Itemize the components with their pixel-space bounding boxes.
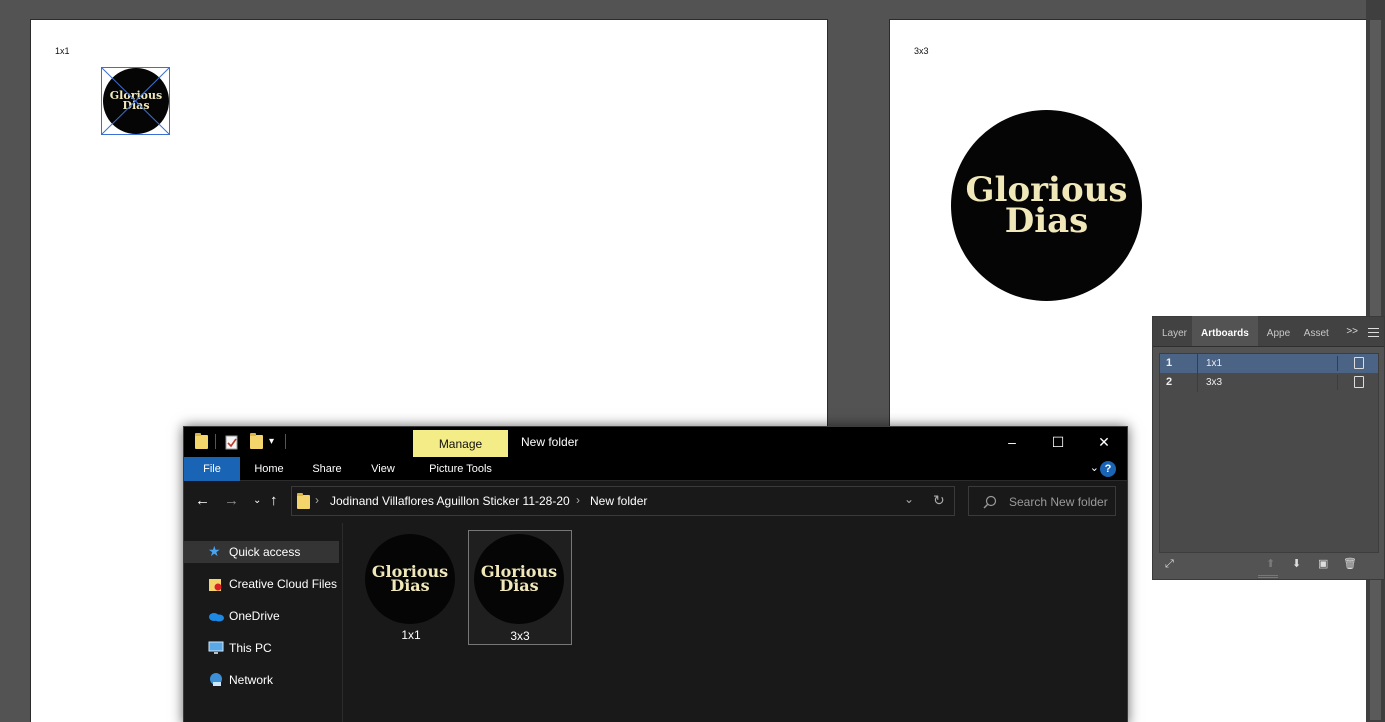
maximize-button[interactable]: ☐ <box>1035 427 1081 457</box>
divider <box>1337 356 1338 371</box>
tab-artboards[interactable]: Artboards <box>1192 316 1258 346</box>
breadcrumb-separator: › <box>576 493 580 507</box>
title-bar[interactable]: ▾ Manage New folder – ☐ ✕ <box>184 427 1127 457</box>
thumbnail-line2: Dias <box>390 576 430 595</box>
new-folder-icon[interactable] <box>250 433 263 449</box>
trash-icon[interactable]: 🗑︎ <box>1343 557 1357 571</box>
file-name: 3x3 <box>510 629 530 643</box>
window-title: New folder <box>521 435 579 449</box>
nav-item-creative-cloud[interactable]: Creative Cloud Files <box>184 573 339 595</box>
search-input[interactable]: Search New folder <box>1009 495 1108 509</box>
artboard-name: 1x1 <box>1206 358 1223 369</box>
artboard-number: 2 <box>1160 373 1198 392</box>
selection-cross-lines <box>101 67 170 135</box>
panel-footer: ⤢ ⬆ ⬇ ▣ 🗑︎ <box>1153 555 1384 573</box>
customize-quick-access-icon[interactable]: ▾ <box>269 436 274 447</box>
panel-overflow-icon[interactable]: >> <box>1346 326 1358 337</box>
star-icon: ★ <box>208 543 221 559</box>
expand-ribbon-icon[interactable]: ⌄ <box>1090 461 1099 474</box>
properties-icon[interactable] <box>225 434 239 450</box>
ribbon-tab-bar: File Home Share View Picture Tools ⌄ ? <box>184 457 1127 481</box>
divider <box>215 434 216 449</box>
up-button[interactable]: ↑ <box>270 491 278 511</box>
thumbnail-image: Glorious Dias <box>474 534 564 624</box>
search-box[interactable]: Search New folder <box>968 486 1116 516</box>
breadcrumb-current[interactable]: New folder <box>590 494 647 508</box>
breadcrumb-parent[interactable]: Jodinand Villaflores Aguillon Sticker 11… <box>330 494 570 508</box>
nav-item-network[interactable]: Network <box>184 669 339 691</box>
tab-share[interactable]: Share <box>304 457 350 481</box>
tab-home[interactable]: Home <box>246 457 292 481</box>
tab-file[interactable]: File <box>184 457 240 481</box>
tab-picture-tools[interactable]: Picture Tools <box>413 457 508 481</box>
navigation-pane: ★ Quick access Creative Cloud Files OneD… <box>184 523 343 722</box>
monitor-icon <box>208 641 224 654</box>
folder-icon <box>195 433 208 449</box>
divider <box>1337 375 1338 390</box>
artboard-label: 3x3 <box>914 46 929 56</box>
help-icon[interactable]: ? <box>1100 461 1116 477</box>
folder-icon <box>297 493 310 509</box>
nav-item-this-pc[interactable]: This PC <box>184 637 339 659</box>
divider <box>285 434 286 449</box>
address-bar[interactable]: › Jodinand Villaflores Aguillon Sticker … <box>291 486 955 516</box>
tab-assets[interactable]: Asset <box>1295 316 1335 346</box>
artboard-label: 1x1 <box>55 46 70 56</box>
panel-tab-bar: Layer Artboards Appe Asset >> <box>1153 316 1384 347</box>
recent-locations-icon[interactable]: ⌄ <box>253 491 261 511</box>
nav-label: Creative Cloud Files <box>229 577 338 591</box>
thumbnail-image: Glorious Dias <box>365 534 455 624</box>
network-icon <box>210 673 222 686</box>
creative-cloud-folder-icon <box>209 579 222 591</box>
sticker-line2: Dias <box>1004 200 1089 241</box>
tab-appearance[interactable]: Appe <box>1258 316 1295 346</box>
artboard-options-icon[interactable] <box>1354 376 1364 388</box>
minimize-button[interactable]: – <box>989 427 1035 457</box>
manage-tab[interactable]: Manage <box>413 430 508 457</box>
cloud-icon <box>209 613 224 622</box>
nav-label: Quick access <box>229 545 301 559</box>
refresh-icon[interactable]: ↻ <box>933 492 945 509</box>
search-icon <box>983 495 997 509</box>
back-button[interactable]: ← <box>195 491 210 511</box>
nav-item-onedrive[interactable]: OneDrive <box>184 605 339 627</box>
close-button[interactable]: ✕ <box>1081 427 1127 457</box>
artboard-row[interactable]: 2 3x3 <box>1160 373 1378 392</box>
file-item[interactable]: Glorious Dias 3x3 <box>468 530 572 645</box>
move-down-icon[interactable]: ⬇ <box>1292 557 1301 571</box>
rearrange-icon[interactable]: ⤢ <box>1165 557 1174 571</box>
artboard-name: 3x3 <box>1206 377 1223 388</box>
file-item[interactable]: Glorious Dias 1x1 <box>359 530 463 645</box>
navigation-bar: ← → ⌄ ↑ › Jodinand Villaflores Aguillon … <box>184 482 1127 522</box>
forward-button[interactable]: → <box>224 491 239 511</box>
artboards-panel: Layer Artboards Appe Asset >> 1 1x1 2 3x… <box>1152 316 1385 580</box>
resize-grip-icon[interactable] <box>1258 575 1278 578</box>
nav-label: OneDrive <box>229 609 280 623</box>
file-explorer-window: ▾ Manage New folder – ☐ ✕ File Home Shar… <box>183 426 1128 722</box>
new-artboard-icon[interactable]: ▣ <box>1318 557 1328 571</box>
file-name: 1x1 <box>401 628 421 642</box>
nav-label: Network <box>229 673 274 687</box>
tab-layers[interactable]: Layer <box>1153 316 1192 346</box>
artboard-row[interactable]: 1 1x1 <box>1160 354 1378 373</box>
thumbnail-line2: Dias <box>499 576 539 595</box>
sticker-large[interactable]: Glorious Dias <box>951 110 1142 301</box>
file-list: Glorious Dias 1x1 Glorious Dias 3x3 <box>344 523 1127 722</box>
panel-menu-icon[interactable] <box>1368 328 1379 337</box>
artboard-number: 1 <box>1160 354 1198 373</box>
move-up-icon[interactable]: ⬆ <box>1266 557 1275 571</box>
nav-item-quick-access[interactable]: ★ Quick access <box>184 541 339 563</box>
nav-label: This PC <box>229 641 272 655</box>
artboard-list: 1 1x1 2 3x3 <box>1159 353 1379 553</box>
address-dropdown-icon[interactable]: ⌄ <box>904 492 914 506</box>
breadcrumb-separator: › <box>315 493 319 507</box>
artboard-options-icon[interactable] <box>1354 357 1364 369</box>
tab-view[interactable]: View <box>360 457 406 481</box>
